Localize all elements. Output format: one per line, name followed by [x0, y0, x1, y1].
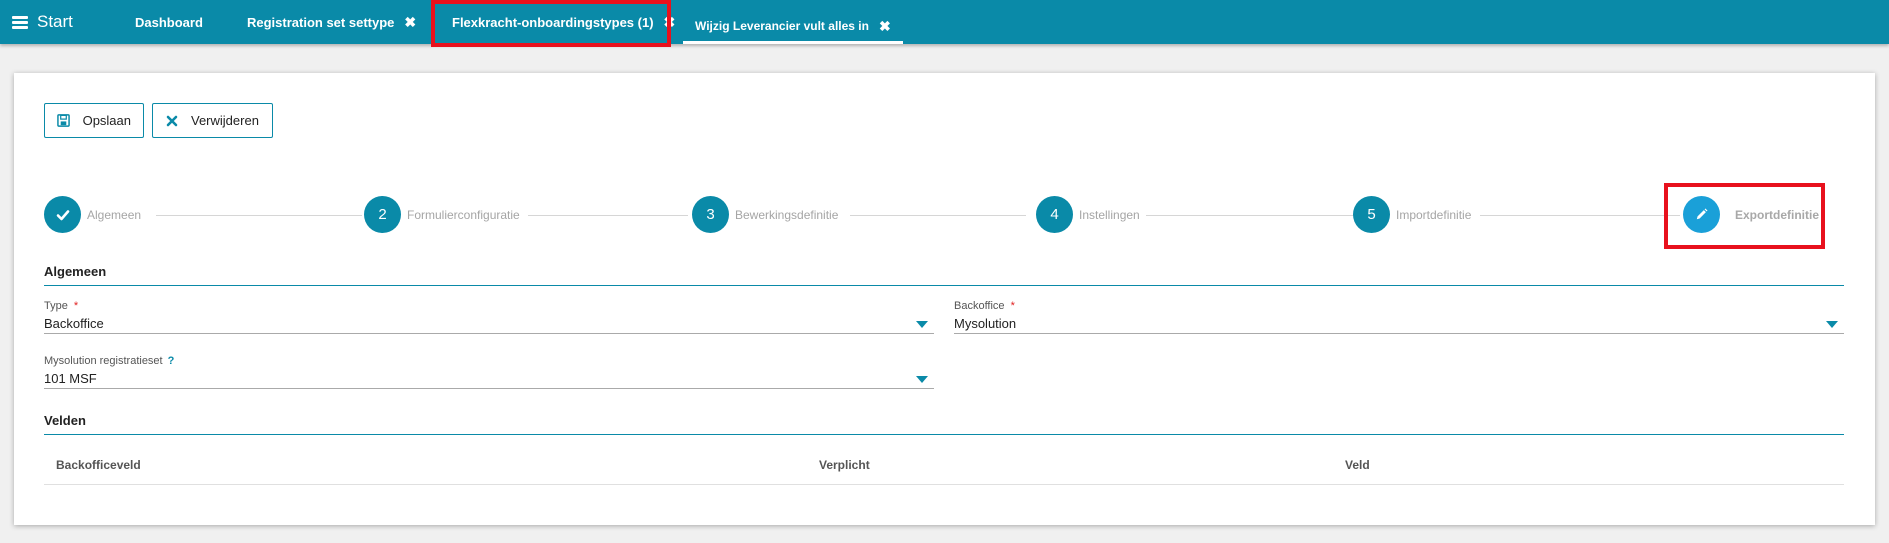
save-button[interactable]: Opslaan — [44, 103, 144, 138]
tab-wijzig-leverancier[interactable]: Wijzig Leverancier vult alles in ✖ — [683, 8, 903, 44]
delete-button-label: Verwijderen — [191, 113, 259, 128]
type-select[interactable]: Backoffice — [44, 314, 934, 334]
backoffice-value: Mysolution — [954, 316, 1017, 331]
save-button-label: Opslaan — [82, 113, 131, 128]
backoffice-select[interactable]: Mysolution — [954, 314, 1844, 334]
start-menu-label: Start — [37, 12, 73, 31]
dropdown-caret-icon — [916, 376, 928, 383]
required-asterisk: * — [73, 300, 79, 312]
delete-button[interactable]: Verwijderen — [152, 103, 273, 138]
tab-label: Dashboard — [135, 14, 203, 30]
step-label: Instellingen — [1079, 207, 1140, 222]
table-header-divider — [44, 484, 1844, 485]
dropdown-caret-icon — [916, 321, 928, 328]
field-label: Type * — [44, 300, 934, 314]
tab-label: Wijzig Leverancier vult alles in — [695, 19, 869, 33]
step-connector — [850, 215, 1026, 216]
pencil-icon — [1683, 196, 1720, 233]
top-navigation-bar: Start Dashboard Registration set settype… — [0, 0, 1889, 44]
required-asterisk: * — [1010, 300, 1015, 312]
floppy-disk-icon — [57, 114, 71, 128]
dropdown-caret-icon — [1826, 321, 1838, 328]
column-header-veld[interactable]: Veld — [1345, 458, 1370, 472]
step-number: 3 — [692, 196, 729, 233]
close-tab-icon[interactable]: ✖ — [664, 15, 676, 29]
step-connector — [1146, 215, 1368, 216]
step-label: Formulierconfiguratie — [407, 207, 520, 222]
column-header-backofficeveld[interactable]: Backofficeveld — [56, 458, 141, 472]
type-label: Type — [44, 300, 68, 312]
step-label: Importdefinitie — [1396, 207, 1472, 222]
start-menu-button[interactable]: Start — [12, 10, 73, 34]
step-connector — [1480, 215, 1680, 216]
type-value: Backoffice — [44, 316, 104, 331]
section-divider — [44, 285, 1844, 286]
close-tab-icon[interactable]: ✖ — [879, 19, 891, 33]
section-divider — [44, 434, 1844, 435]
tab-registration-set-settype[interactable]: Registration set settype ✖ — [247, 0, 416, 44]
wizard-stepper: Algemeen 2 Formulierconfiguratie 3 Bewer… — [44, 195, 1844, 235]
editor-card: Opslaan Verwijderen Algemeen 2 Formulier… — [14, 73, 1875, 525]
type-field: Type * Backoffice — [44, 300, 934, 334]
step-label: Bewerkingsdefinitie — [735, 207, 839, 222]
step-instellingen[interactable]: 4 Instellingen — [1036, 196, 1140, 233]
step-label: Algemeen — [87, 207, 142, 222]
backoffice-label: Backoffice — [954, 300, 1005, 312]
hamburger-menu-icon — [12, 15, 28, 29]
section-title-velden: Velden — [44, 413, 86, 428]
registratieset-field: Mysolution registratieset? 101 MSF — [44, 355, 934, 389]
step-label: Exportdefinitie — [1735, 207, 1820, 222]
backoffice-field: Backoffice * Mysolution — [954, 300, 1844, 334]
registratieset-select[interactable]: 101 MSF — [44, 369, 934, 389]
tab-label: Registration set settype — [247, 14, 395, 30]
tab-dashboard[interactable]: Dashboard — [135, 0, 203, 44]
check-icon — [44, 196, 81, 233]
field-label: Mysolution registratieset? — [44, 355, 934, 369]
step-algemeen[interactable]: Algemeen — [44, 196, 141, 233]
step-importdefinitie[interactable]: 5 Importdefinitie — [1353, 196, 1471, 233]
column-header-verplicht[interactable]: Verplicht — [819, 458, 870, 472]
step-connector — [528, 215, 688, 216]
help-icon[interactable]: ? — [168, 355, 175, 367]
registratieset-label: Mysolution registratieset — [44, 355, 163, 367]
step-formulierconfiguratie[interactable]: 2 Formulierconfiguratie — [364, 196, 520, 233]
close-icon — [165, 114, 179, 128]
step-connector — [156, 215, 362, 216]
field-label: Backoffice * — [954, 300, 1844, 314]
close-tab-icon[interactable]: ✖ — [404, 15, 416, 29]
registratieset-value: 101 MSF — [44, 371, 97, 386]
active-tab-indicator — [683, 41, 903, 44]
tab-label: Flexkracht-onboardingstypes (1) — [452, 14, 654, 30]
section-title-algemeen: Algemeen — [44, 264, 107, 279]
step-number: 5 — [1353, 196, 1390, 233]
step-number: 2 — [364, 196, 401, 233]
step-bewerkingsdefinitie[interactable]: 3 Bewerkingsdefinitie — [692, 196, 838, 233]
tab-flexkracht-onboardingstypes[interactable]: Flexkracht-onboardingstypes (1) ✖ — [452, 0, 675, 44]
step-number: 4 — [1036, 196, 1073, 233]
step-exportdefinitie[interactable]: Exportdefinitie — [1683, 196, 1819, 233]
